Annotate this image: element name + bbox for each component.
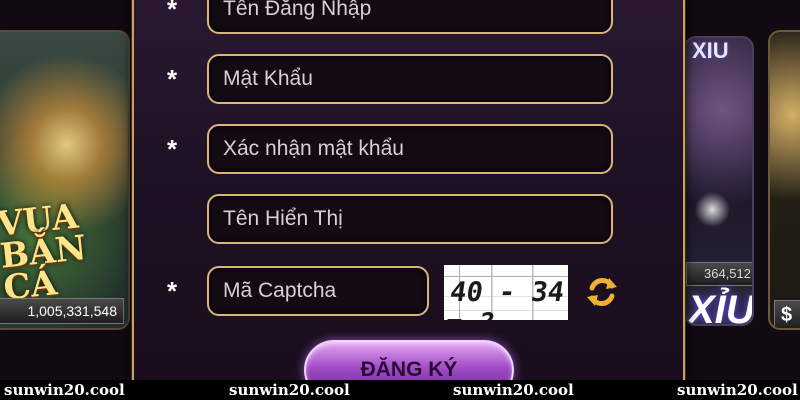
game-tile-title: XỈU <box>688 288 754 326</box>
watermark-bar: sunwin20.cool sunwin20.cool sunwin20.coo… <box>0 380 800 400</box>
game-tile-right[interactable]: $ <box>768 30 800 330</box>
game-tile-tai-xiu[interactable]: XIU 364,512 XỈU <box>684 36 754 326</box>
jackpot-counter: $ <box>774 300 800 328</box>
confirm-password-field[interactable]: Xác nhận mật khẩu <box>207 124 613 174</box>
required-mark: * <box>167 276 178 306</box>
password-field[interactable]: Mật Khẩu <box>207 54 613 104</box>
username-field[interactable]: Tên Đăng Nhập <box>207 0 613 34</box>
game-tile-top-text: XIU <box>692 38 729 63</box>
watermark-text: sunwin20.cool <box>229 381 350 399</box>
watermark-text: sunwin20.cool <box>4 381 125 399</box>
required-mark: * <box>167 134 178 164</box>
captcha-input[interactable]: Mã Captcha <box>207 266 429 316</box>
game-tile-title: VUA BẮN CÁ <box>0 196 89 309</box>
required-mark: * <box>167 64 178 94</box>
required-mark: * <box>167 0 178 24</box>
captcha-image: 40 - 34 = ? <box>444 265 568 320</box>
refresh-captcha-icon[interactable] <box>582 272 622 312</box>
game-tile-fish-shooting[interactable]: VUA BẮN CÁ 1,005,331,548 <box>0 30 130 330</box>
jackpot-counter: 1,005,331,548 <box>0 298 124 324</box>
watermark-text: sunwin20.cool <box>677 381 798 399</box>
captcha-text: 40 - 34 = ? <box>444 277 567 320</box>
watermark-text: sunwin20.cool <box>453 381 574 399</box>
display-name-field[interactable]: Tên Hiển Thị <box>207 194 613 244</box>
jackpot-counter: 364,512 <box>686 262 752 286</box>
